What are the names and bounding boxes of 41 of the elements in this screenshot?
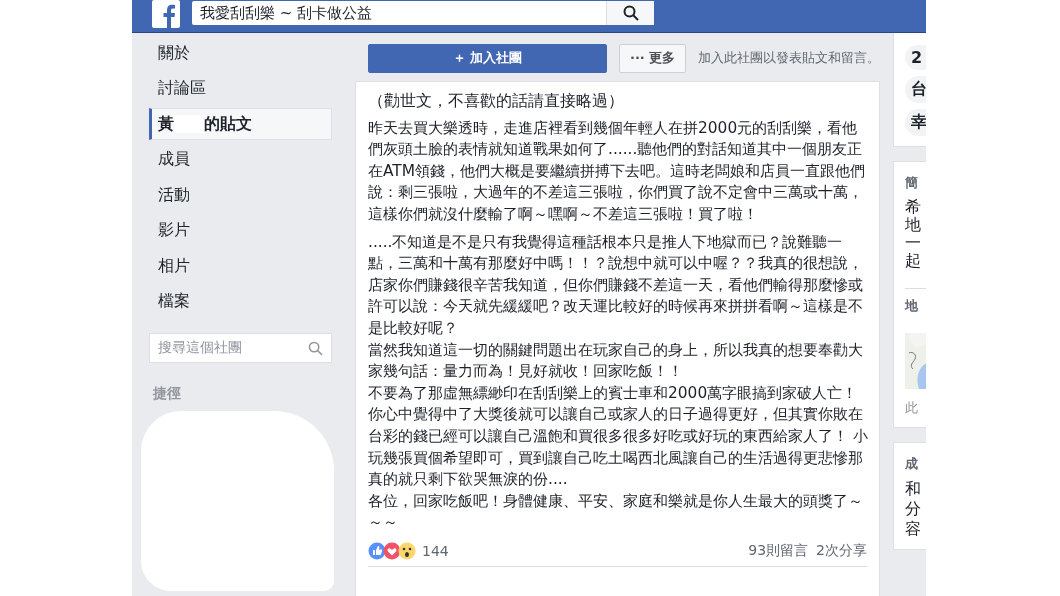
post-text: 當然我知道這一切的關鍵問題出在玩家自己的身上，所以我真的想要奉勸大家幾句話：量力而為！見好就收！回家吃飯！！: [368, 339, 864, 383]
sidebar-item[interactable]: 討論區: [149, 72, 332, 105]
search-field[interactable]: 我愛刮刮樂 ~ 刮卡做公益: [192, 1, 654, 25]
sidebar-item[interactable]: 活動: [149, 179, 332, 211]
tag[interactable]: 幸: [905, 109, 926, 136]
sidebar-item[interactable]: 成員: [149, 143, 332, 176]
card-heading: 地: [905, 288, 926, 315]
search-button[interactable]: [606, 1, 654, 25]
reactions-icon[interactable]: [368, 541, 418, 560]
about-text: 一: [905, 234, 922, 252]
search-icon: [622, 5, 639, 21]
join-group-button[interactable]: ＋ 加入社團: [368, 43, 608, 73]
tag[interactable]: 台: [905, 76, 926, 103]
sidebar-item[interactable]: 檔案: [149, 285, 332, 318]
share-count[interactable]: 2次分享: [816, 541, 867, 560]
post-text: 不要為了那虛無縹緲印在刮刮樂上的賓士車和2000萬字眼搞到家破人亡！你心中覺得中了大獎後就可以讓自己或家人的日子過得更好，但其實你敗在台彩的錢已經可以讓自己溫飽和買很多很多好吃或好玩的東西給家人了！ 小玩幾張買個希望即可，買到讓自己吃土喝西北風讓自己的生活過得更悲慘那真的就只剩下欲哭無淚的份....: [368, 382, 868, 491]
shortcuts-heading: 捷徑: [153, 385, 182, 403]
sidebar-item[interactable]: 影片: [149, 214, 332, 247]
sidebar-item[interactable]: 關於: [149, 37, 332, 69]
post-text: .....不知道是不是只有我覺得這種話根本只是推人下地獄而已？說難聽一點，三萬和十萬有那麼好中嗎！！？說想中就可以中喔？？我真的很想說，店家你們賺錢很辛苦我知道，但你們賺錢不差這一天，看他們輸得那麼慘或許可以說：今天就先緩緩吧？改天運比較好的時候再來拼拼看啊～這樣是不是比較好呢？: [368, 231, 864, 339]
search-icon: [308, 340, 323, 356]
sidebar-item[interactable]: 黃 的貼文: [149, 108, 332, 140]
about-text: 容: [905, 519, 922, 539]
post-text: （勸世文，不喜歡的話請直接略過）: [368, 90, 625, 112]
more-button[interactable]: ··· 更多: [619, 43, 686, 73]
join-hint: 加入此社團以發表貼文和留言。: [698, 49, 880, 67]
map-caption: 此: [905, 399, 919, 417]
about-text: 和: [905, 479, 922, 499]
about-text: 起: [905, 252, 922, 270]
about-text: 分: [905, 499, 922, 519]
sidebar-item[interactable]: 相片: [149, 250, 332, 282]
tag[interactable]: 2: [905, 45, 926, 70]
comment-count[interactable]: 93則留言: [748, 541, 809, 560]
post-text: 昨天去買大樂透時，走進店裡看到幾個年輕人在拼2000元的刮刮樂，看他們灰頭土臉的表情就知道戰果如何了......聽他們的對話知道其中一個朋友正在ATM領錢，他們大概是要繼續拼搏下去吧。這時老闆娘和店員一直跟他們說：剩三張啦，大過年的不差這三張啦，你們買了說不定會中三萬或十萬，這樣你們就沒什麼輸了啊～嘿啊～不差這三張啦！買了啦！: [368, 117, 866, 225]
card-heading: 簡: [905, 174, 919, 192]
reaction-count[interactable]: 144: [422, 542, 449, 559]
about-text: 地: [905, 216, 922, 234]
post-text: 各位，回家吃飯吧！身體健康、平安、家庭和樂就是你人生最大的頭獎了～～～: [368, 490, 864, 534]
about-text: 希: [905, 198, 922, 216]
card-heading: 成: [905, 455, 919, 473]
facebook-logo-icon[interactable]: [152, 0, 180, 28]
